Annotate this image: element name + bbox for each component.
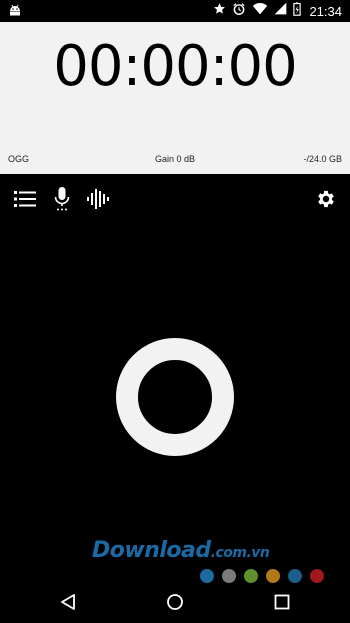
status-time: 21:34 — [309, 3, 342, 19]
status-bar: 21:34 — [0, 0, 350, 22]
timer-panel: 00:00:00 OGG Gain 0 dB -/24.0 GB — [0, 22, 350, 174]
wifi-icon — [252, 2, 268, 20]
storage-label: -/24.0 GB — [303, 154, 342, 164]
gain-label: Gain 0 dB — [154, 154, 196, 164]
gear-icon[interactable] — [313, 186, 339, 212]
list-icon[interactable] — [12, 186, 38, 212]
watermark-logo: Download.com.vn — [92, 538, 270, 563]
record-button[interactable] — [116, 338, 234, 456]
home-icon[interactable] — [163, 590, 187, 614]
microphone-icon[interactable] — [49, 186, 75, 212]
watermark-brand: Download — [92, 538, 211, 563]
android-debug-icon — [8, 4, 22, 21]
back-icon[interactable] — [56, 590, 80, 614]
alarm-icon — [232, 2, 246, 21]
recents-icon[interactable] — [270, 590, 294, 614]
timer-display: 00:00:00 — [53, 34, 298, 99]
navigation-bar — [0, 580, 350, 623]
watermark-suffix: .com.vn — [210, 545, 270, 561]
toolbar — [0, 176, 350, 220]
waveform-icon[interactable] — [85, 186, 111, 212]
signal-icon — [274, 2, 287, 20]
star-icon — [213, 2, 226, 20]
battery-charging-icon — [293, 1, 302, 21]
recording-info-row: OGG Gain 0 dB -/24.0 GB — [0, 154, 350, 168]
